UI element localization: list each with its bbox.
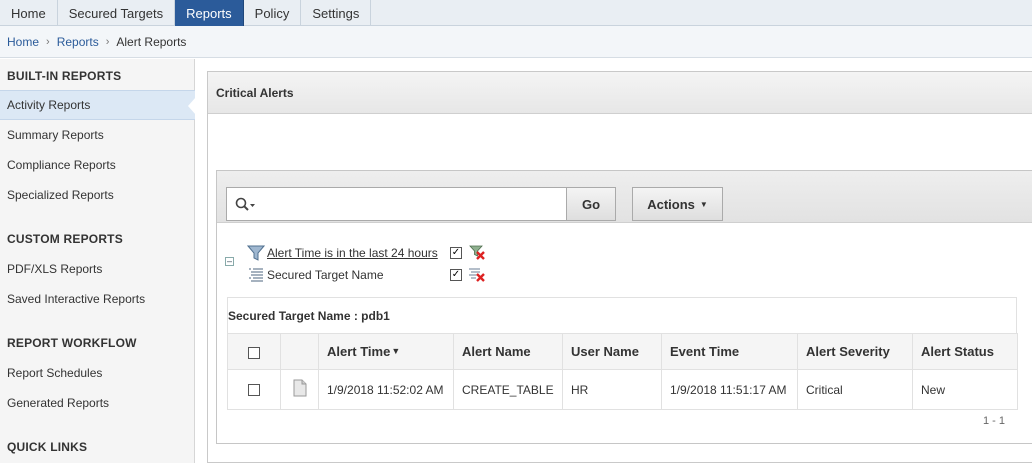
filter-secured-target-name-label: Secured Target Name — [267, 268, 384, 282]
sidebar-item-report-schedules[interactable]: Report Schedules — [0, 358, 195, 388]
sidebar-item-activity-reports[interactable]: Activity Reports — [0, 90, 196, 120]
tab-secured-targets[interactable]: Secured Targets — [58, 0, 176, 26]
row-select-cell — [227, 369, 281, 410]
actions-button[interactable]: Actions ▼ — [632, 187, 723, 221]
sidebar-item-generated-reports[interactable]: Generated Reports — [0, 388, 195, 418]
alert-time-header-label: Alert Time — [327, 344, 391, 359]
sort-descending-icon: ▼ — [391, 346, 401, 356]
sidebar-item-summary-reports[interactable]: Summary Reports — [0, 120, 195, 150]
control-break-icon — [247, 266, 265, 284]
sidebar-heading-quick-links: QUICK LINKS — [7, 440, 88, 454]
breadcrumb-home[interactable]: Home — [7, 35, 39, 49]
cell-alert-name: CREATE_TABLE — [453, 369, 563, 410]
filter-alert-time: Alert Time is in the last 24 hours — [247, 243, 438, 263]
sidebar: BUILT-IN REPORTS Activity Reports Summar… — [0, 59, 196, 463]
table-row: 1/9/2018 11:52:02 AM CREATE_TABLE HR 1/9… — [227, 369, 1018, 410]
tab-settings[interactable]: Settings — [301, 0, 372, 26]
filter-alert-time-link[interactable]: Alert Time is in the last 24 hours — [267, 246, 438, 260]
collapse-icon[interactable]: – — [225, 257, 234, 266]
column-header-alert-name[interactable]: Alert Name — [453, 333, 563, 370]
breadcrumb-current: Alert Reports — [116, 34, 187, 49]
column-header-alert-status[interactable]: Alert Status — [912, 333, 1018, 370]
sidebar-heading-report-workflow: REPORT WORKFLOW — [7, 336, 137, 350]
region-title: Critical Alerts — [208, 72, 1032, 114]
column-header-alert-time[interactable]: Alert Time▼ — [318, 333, 454, 370]
report-filters: – Alert Time is in the last 24 hours ✓ S… — [217, 243, 1032, 287]
tab-reports[interactable]: Reports — [175, 0, 244, 26]
pagination-label: 1 - 1 — [983, 415, 1006, 427]
chevron-right-icon: › — [46, 35, 50, 48]
group-break-text: Secured Target Name : pdb1 — [228, 308, 390, 323]
filter-alert-time-checkbox[interactable]: ✓ — [450, 247, 462, 259]
report-toolbar: Go Actions ▼ — [217, 171, 1032, 223]
cell-event-time: 1/9/2018 11:51:17 AM — [661, 369, 798, 410]
sidebar-heading-built-in: BUILT-IN REPORTS — [7, 69, 122, 83]
column-header-event-time[interactable]: Event Time — [661, 333, 798, 370]
icon-column-header — [280, 333, 319, 370]
alerts-table: Alert Time▼ Alert Name User Name Event T… — [227, 333, 1018, 410]
row-icon-cell — [280, 369, 319, 410]
select-all-header — [227, 333, 281, 370]
breadcrumb-reports[interactable]: Reports — [57, 35, 99, 49]
cell-alert-time: 1/9/2018 11:52:02 AM — [318, 369, 454, 410]
sidebar-item-compliance-reports[interactable]: Compliance Reports — [0, 150, 195, 180]
cell-alert-severity: Critical — [797, 369, 913, 410]
sidebar-item-saved-interactive-reports[interactable]: Saved Interactive Reports — [0, 284, 195, 314]
funnel-icon — [247, 244, 265, 262]
control-break-label: Secured Target Name : pdb1 — [227, 297, 1017, 333]
cell-alert-status: New — [912, 369, 1018, 410]
search-input[interactable] — [261, 192, 561, 216]
table-header-row: Alert Time▼ Alert Name User Name Event T… — [227, 333, 1018, 370]
search-icon[interactable] — [235, 196, 257, 214]
search-field — [226, 187, 567, 221]
breadcrumb: Home › Reports › Alert Reports — [0, 26, 1032, 58]
chevron-right-icon: › — [105, 35, 110, 48]
top-nav: Home Secured Targets Reports Policy Sett… — [0, 0, 1032, 26]
filter-secured-target-checkbox[interactable]: ✓ — [450, 269, 462, 281]
sidebar-heading-custom: CUSTOM REPORTS — [7, 232, 123, 246]
tab-policy[interactable]: Policy — [244, 0, 302, 26]
select-all-checkbox[interactable] — [248, 346, 260, 359]
sidebar-item-pdf-xls-reports[interactable]: PDF/XLS Reports — [0, 254, 195, 284]
filter-secured-target-name: Secured Target Name — [247, 265, 384, 285]
remove-control-break-icon[interactable] — [468, 267, 488, 283]
cell-user-name: HR — [562, 369, 662, 410]
remove-filter-icon[interactable] — [468, 245, 488, 261]
column-header-alert-severity[interactable]: Alert Severity — [797, 333, 913, 370]
tab-home[interactable]: Home — [0, 0, 58, 26]
document-icon[interactable] — [293, 379, 307, 400]
interactive-report: Go Actions ▼ – Alert Time is in the last… — [216, 170, 1032, 444]
row-checkbox[interactable] — [248, 384, 260, 397]
column-header-user-name[interactable]: User Name — [562, 333, 662, 370]
critical-alerts-region: Critical Alerts Go Actions ▼ – Alert Tim… — [207, 71, 1032, 463]
actions-label: Actions — [647, 196, 695, 212]
sidebar-item-specialized-reports[interactable]: Specialized Reports — [0, 180, 195, 210]
go-button[interactable]: Go — [566, 187, 616, 221]
caret-down-icon: ▼ — [699, 199, 708, 209]
